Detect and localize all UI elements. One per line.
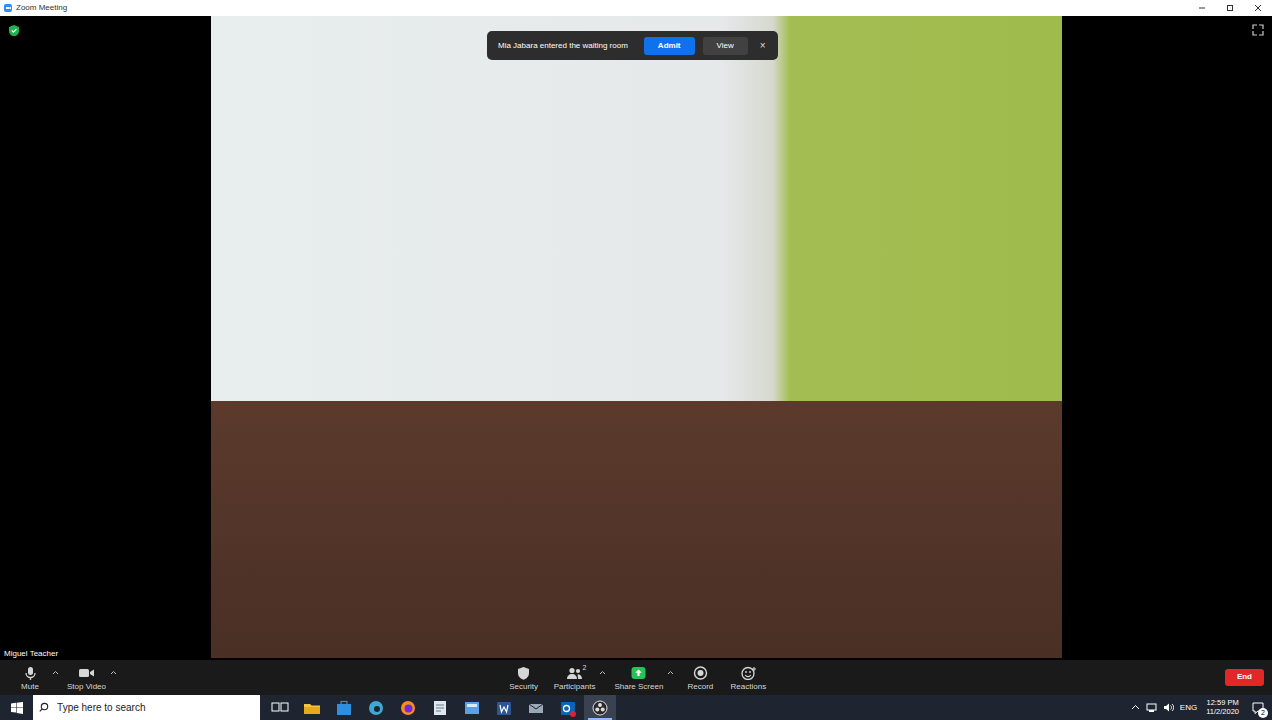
- taskview-icon[interactable]: [270, 699, 290, 717]
- toolbar-label: Mute: [21, 683, 39, 692]
- caret-icon[interactable]: [110, 669, 117, 676]
- notification-count: 2: [1258, 708, 1268, 718]
- explorer-icon[interactable]: [302, 699, 322, 717]
- people-icon[interactable]: [566, 666, 583, 680]
- view-button[interactable]: View: [703, 37, 748, 55]
- toolbar-center: Security 2 Participants Share Screen Record R…: [502, 664, 771, 692]
- fullscreen-icon[interactable]: [1252, 24, 1264, 36]
- toolbar-label: Stop Video: [67, 683, 106, 692]
- taskbar-app[interactable]: [584, 695, 616, 720]
- taskbar-app[interactable]: [520, 695, 552, 720]
- clock[interactable]: 12:59 PM11/2/2020: [1203, 699, 1242, 716]
- word-icon[interactable]: [494, 699, 514, 717]
- toolbar-item: Share Screen: [610, 664, 674, 692]
- close-icon[interactable]: [1252, 3, 1264, 13]
- toolbar-item: Mute: [8, 664, 59, 692]
- share-icon[interactable]: [630, 666, 647, 680]
- clock-date: 11/2/2020: [1206, 708, 1239, 717]
- window-control[interactable]: [1188, 0, 1216, 16]
- window-control[interactable]: [1216, 0, 1244, 16]
- toolbar-item: Record: [678, 664, 722, 692]
- taskbar-app[interactable]: [360, 695, 392, 720]
- toolbar-label: Reactions: [731, 683, 767, 692]
- zoom-logo-icon: [4, 4, 12, 12]
- toolbar-label: Participants: [554, 683, 596, 692]
- meeting-stage: Mia Jabara entered the waiting room Admit…: [0, 16, 1272, 660]
- mic-icon[interactable]: [22, 666, 39, 680]
- caret-icon[interactable]: [52, 669, 59, 676]
- video-frame: [211, 16, 1062, 658]
- taskbar-app[interactable]: [328, 695, 360, 720]
- obs-icon[interactable]: [590, 699, 610, 717]
- edge-icon[interactable]: [366, 699, 386, 717]
- people-button[interactable]: 2 Participants: [550, 664, 600, 692]
- toolbar-item: Security: [502, 664, 546, 692]
- notification-close[interactable]: ×: [756, 38, 770, 53]
- mic-button[interactable]: Mute: [8, 664, 52, 692]
- title-bar: Zoom Meeting: [0, 0, 1272, 16]
- taskbar-app[interactable]: [552, 695, 584, 720]
- toolbar-label: Share Screen: [614, 683, 663, 692]
- toolbar-item: Reactions: [726, 664, 770, 692]
- record-button[interactable]: Record: [678, 664, 722, 692]
- search-icon: [39, 702, 49, 713]
- caret-icon[interactable]: [667, 669, 674, 676]
- clock-time: 12:59 PM: [1207, 699, 1239, 708]
- mail-icon[interactable]: [526, 699, 546, 717]
- shield-button[interactable]: Security: [502, 664, 546, 692]
- firefox-icon[interactable]: [398, 699, 418, 717]
- store-icon[interactable]: [334, 699, 354, 717]
- chevron-up-icon[interactable]: [1131, 703, 1140, 712]
- participant-count: 2: [583, 664, 587, 672]
- camera-icon[interactable]: [78, 666, 95, 680]
- windows-logo-icon[interactable]: [11, 702, 23, 714]
- language-indicator[interactable]: ENG: [1180, 702, 1197, 714]
- notification-text: Mia Jabara entered the waiting room: [498, 40, 628, 52]
- notification-center[interactable]: 2: [1248, 695, 1268, 720]
- admit-button[interactable]: Admit: [644, 37, 695, 55]
- taskbar: ENG 12:59 PM11/2/2020 2: [0, 695, 1272, 720]
- taskbar-app[interactable]: [296, 695, 328, 720]
- record-icon[interactable]: [692, 666, 709, 680]
- search-input[interactable]: [57, 700, 254, 715]
- shield-icon[interactable]: [515, 666, 532, 680]
- window-title: Zoom Meeting: [16, 2, 1188, 14]
- outlook-icon[interactable]: [558, 699, 578, 717]
- participant-name: Miguel Teacher: [3, 649, 59, 659]
- search-box[interactable]: [33, 695, 260, 720]
- reaction-button[interactable]: Reactions: [726, 664, 770, 692]
- minimize-icon[interactable]: [1196, 3, 1208, 13]
- toolbar-right: End: [770, 669, 1264, 686]
- taskbar-app[interactable]: [456, 695, 488, 720]
- encryption-shield-icon[interactable]: [9, 25, 19, 36]
- waiting-room-notification: Mia Jabara entered the waiting room Admit…: [487, 31, 778, 60]
- toolbar-left: Mute Stop Video: [8, 664, 502, 692]
- taskbar-app[interactable]: [264, 695, 296, 720]
- network-icon[interactable]: [1146, 702, 1157, 713]
- start-button[interactable]: [0, 695, 33, 720]
- notes-icon[interactable]: [430, 699, 450, 717]
- taskbar-app[interactable]: [424, 695, 456, 720]
- caret-icon[interactable]: [599, 669, 606, 676]
- window-control[interactable]: [1244, 0, 1272, 16]
- toolbar-label: Record: [687, 683, 713, 692]
- share-button[interactable]: Share Screen: [610, 664, 667, 692]
- files-icon[interactable]: [462, 699, 482, 717]
- toolbar-label: Security: [509, 683, 538, 692]
- toolbar-item: 2 Participants: [550, 664, 607, 692]
- meeting-toolbar: Mute Stop Video Security 2 Participants Share…: [0, 660, 1272, 695]
- taskbar-app[interactable]: [488, 695, 520, 720]
- end-button[interactable]: End: [1225, 669, 1264, 686]
- taskbar-apps: [264, 695, 616, 720]
- camera-button[interactable]: Stop Video: [63, 664, 110, 692]
- restore-icon[interactable]: [1224, 3, 1236, 13]
- taskbar-app[interactable]: [392, 695, 424, 720]
- reaction-icon[interactable]: [740, 666, 757, 680]
- toolbar-item: Stop Video: [63, 664, 117, 692]
- system-tray: ENG 12:59 PM11/2/2020 2: [1131, 695, 1272, 720]
- volume-icon[interactable]: [1163, 702, 1174, 713]
